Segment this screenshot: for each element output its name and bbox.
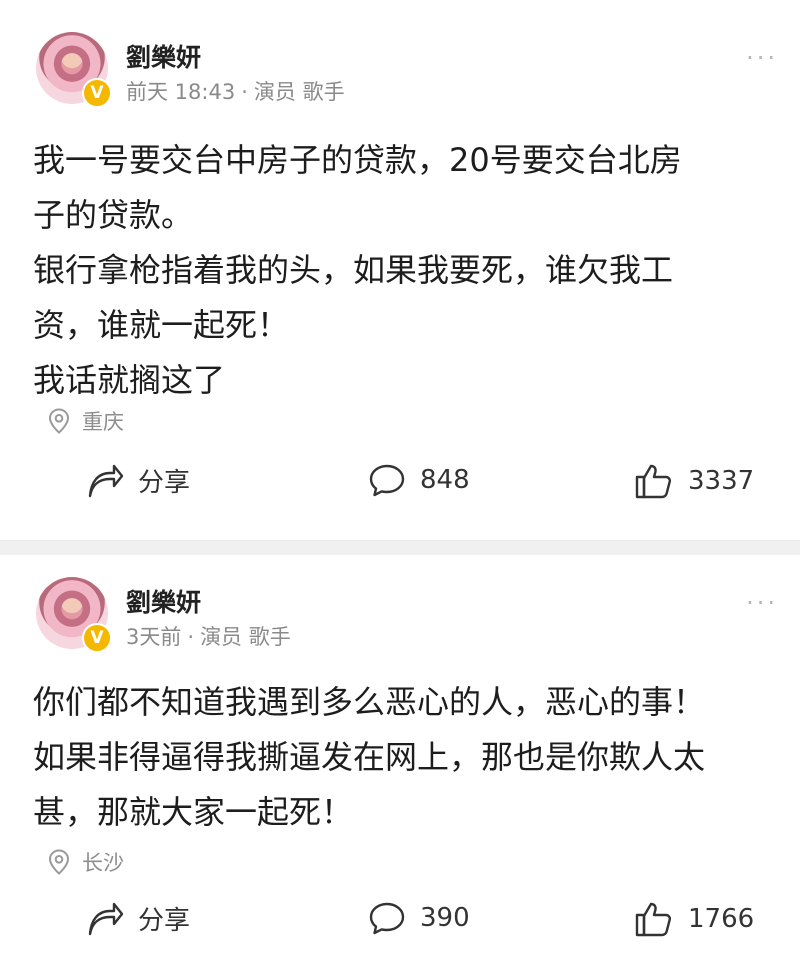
content-line: 你们都不知道我遇到多么恶心的人，恶心的事！ [33, 683, 706, 721]
username[interactable]: 劉樂妍 [126, 583, 201, 619]
verified-badge-icon: V [82, 78, 112, 108]
like-count: 1766 [688, 904, 755, 934]
content-line: 子的贷款。 [33, 196, 194, 234]
comment-button[interactable]: 848 [368, 462, 470, 498]
like-button[interactable]: 3337 [634, 462, 754, 500]
post-time: 前天 18:43 [126, 80, 236, 104]
action-bar: 分享 848 3337 [0, 462, 800, 512]
content-line: 我话就搁这了 [33, 361, 226, 399]
weibo-post-1: V 劉樂妍 前天 18:43 · 演员 歌手 ··· 我一号要交台中房子的贷款，20… [0, 0, 800, 540]
post-time: 3天前 [126, 625, 182, 649]
share-arrow-icon [88, 464, 124, 497]
content-line: 银行拿枪指着我的头，如果我要死，谁欠我工 [33, 251, 674, 289]
like-count: 3337 [688, 466, 755, 496]
post-location[interactable]: 长沙 [48, 847, 124, 877]
share-label: 分享 [138, 906, 191, 936]
meta-separator: · [187, 625, 195, 649]
content-line: 资，谁就一起死！ [33, 306, 290, 344]
like-button[interactable]: 1766 [634, 900, 754, 938]
post-location[interactable]: 重庆 [48, 406, 124, 436]
comment-button[interactable]: 390 [368, 900, 470, 936]
more-options-icon[interactable]: ··· [746, 589, 778, 617]
action-bar: 分享 390 1766 [0, 900, 800, 950]
post-content: 你们都不知道我遇到多么恶心的人，恶心的事！ 如果非得逼得我撕逼发在网上，那也是你… [33, 675, 770, 840]
thumbs-up-icon [635, 902, 672, 937]
location-label: 重庆 [82, 410, 124, 434]
content-line: 我一号要交台中房子的贷款，20号要交台北房 [33, 141, 682, 179]
post-meta: 3天前 · 演员 歌手 [126, 621, 291, 651]
comment-count: 848 [420, 465, 470, 495]
share-button[interactable]: 分享 [86, 900, 190, 937]
weibo-post-2: V 劉樂妍 3天前 · 演员 歌手 ··· 你们都不知道我遇到多么恶心的人，恶心的事… [0, 555, 800, 980]
content-line: 甚，那就大家一起死！ [33, 793, 354, 831]
share-button[interactable]: 分享 [86, 462, 190, 499]
post-meta: 前天 18:43 · 演员 歌手 [126, 76, 345, 106]
more-options-icon[interactable]: ··· [746, 44, 778, 72]
thumbs-up-icon [635, 464, 672, 499]
post-divider [0, 540, 800, 555]
post-content: 我一号要交台中房子的贷款，20号要交台北房 子的贷款。 银行拿枪指着我的头，如果… [33, 133, 770, 408]
location-pin-icon [48, 849, 70, 875]
comment-bubble-icon [369, 464, 405, 497]
username[interactable]: 劉樂妍 [126, 38, 201, 74]
verified-badge-icon: V [82, 623, 112, 653]
location-pin-icon [48, 408, 70, 434]
content-line: 如果非得逼得我撕逼发在网上，那也是你欺人太 [33, 738, 706, 776]
user-tags: 演员 歌手 [200, 625, 291, 649]
comment-count: 390 [420, 903, 470, 933]
location-label: 长沙 [82, 851, 124, 875]
share-label: 分享 [138, 468, 191, 498]
meta-separator: · [241, 80, 248, 104]
comment-bubble-icon [369, 902, 405, 935]
user-tags: 演员 歌手 [253, 80, 345, 104]
share-arrow-icon [88, 902, 124, 935]
